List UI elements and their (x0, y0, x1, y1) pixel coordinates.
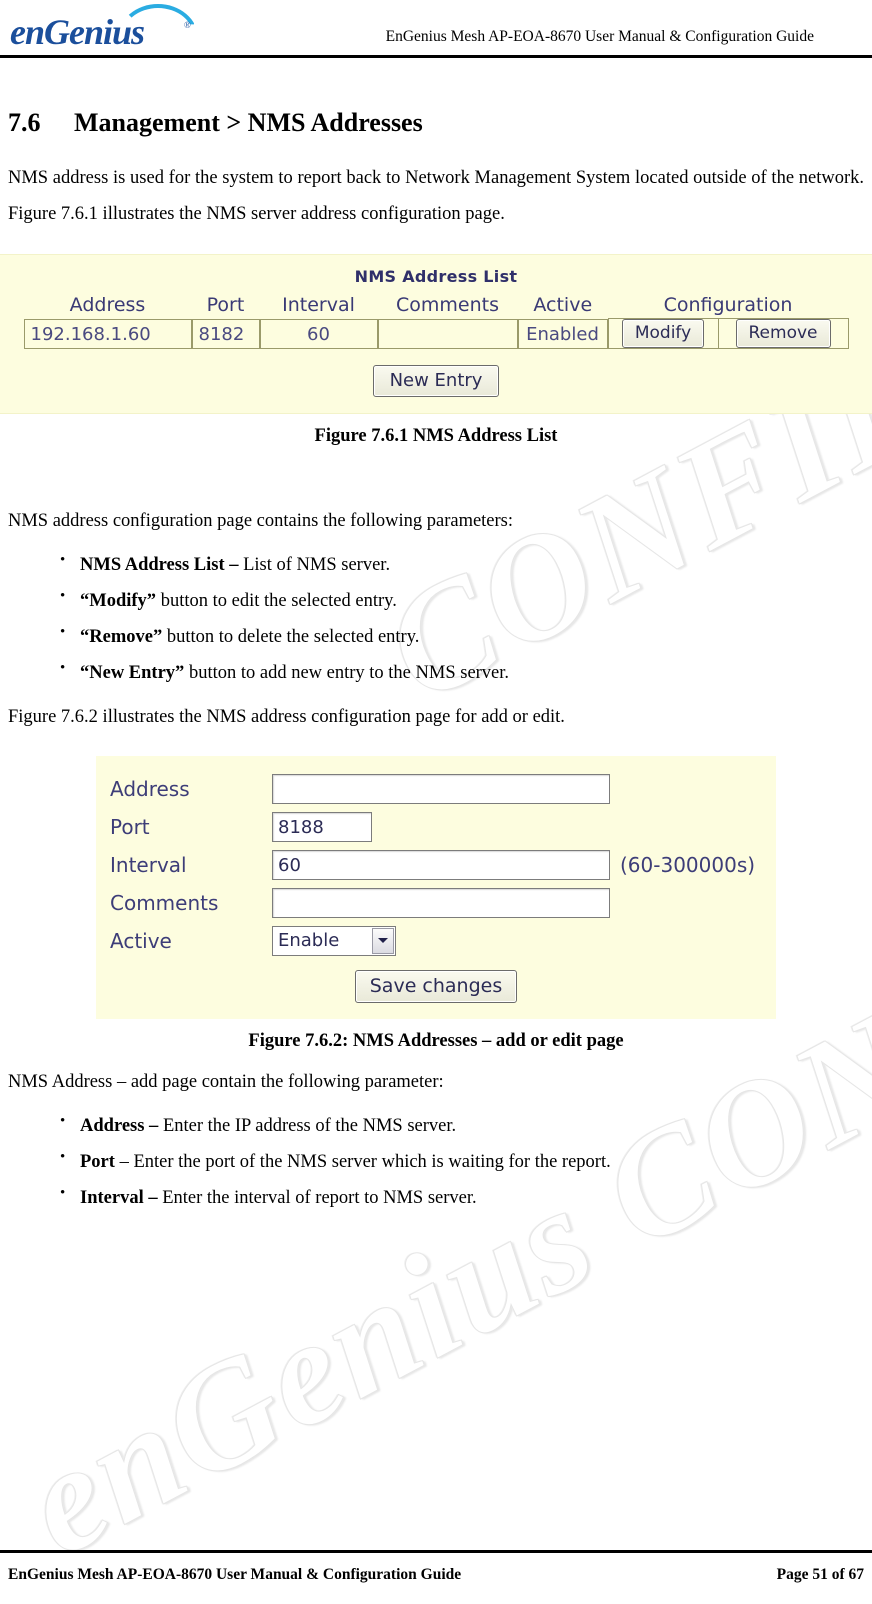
column-header-port: Port (206, 294, 245, 317)
cell-interval: 60 (259, 318, 378, 349)
label-active: Active (110, 928, 172, 953)
list-item: NMS Address List – List of NMS server. (60, 546, 872, 583)
active-select[interactable]: Enable (272, 925, 396, 956)
parameters-list: NMS Address List – List of NMS server. “… (0, 546, 872, 691)
interval-input[interactable]: 60 (272, 849, 610, 880)
list-item: “Remove” button to delete the selected e… (60, 618, 872, 655)
nms-address-table: Address Port Interval Comments Active Co… (23, 294, 849, 350)
figure-nms-address-list: NMS Address List Address Port Interval C… (0, 254, 872, 415)
param-label: “New Entry” (80, 663, 189, 684)
cell-remove: Remove (717, 318, 849, 350)
form-row-address: Address (110, 773, 776, 804)
section-title: Management > NMS Addresses (74, 108, 423, 137)
list-item: Address – Enter the IP address of the NM… (60, 1107, 872, 1144)
label-address: Address (110, 776, 190, 801)
figure-2-intro: Figure 7.6.2 illustrates the NMS address… (8, 707, 565, 728)
label-comments: Comments (110, 890, 219, 915)
footer-page-number: Page 51 of 67 (776, 1566, 864, 1583)
footer-document-title: EnGenius Mesh AP-EOA-8670 User Manual & … (8, 1566, 462, 1583)
cell-active: Enabled (517, 318, 608, 349)
footer-divider (0, 1550, 872, 1553)
section-number: 7.6 (8, 108, 41, 137)
list-item: “New Entry” button to add new entry to t… (60, 654, 872, 691)
section-intro-paragraph: NMS address is used for the system to re… (8, 168, 864, 225)
port-input[interactable]: 8188 (272, 811, 372, 842)
cell-comments (377, 318, 518, 349)
param-desc: – Enter the port of the NMS server which… (119, 1151, 611, 1172)
interval-range-hint: (60-300000s) (620, 852, 756, 877)
modify-button[interactable]: Modify (621, 318, 705, 348)
save-row: Save changes (96, 969, 776, 1003)
param-label: NMS Address List – (80, 555, 244, 576)
param-label: “Modify” (80, 591, 161, 612)
parameters-intro: NMS address configuration page contains … (8, 511, 514, 532)
form-row-interval: Interval 60 (60-300000s) (110, 849, 776, 880)
figure-1-caption: Figure 7.6.1 NMS Address List (314, 426, 558, 447)
column-header-comments: Comments (396, 294, 499, 317)
cell-modify: Modify (607, 318, 719, 350)
new-entry-button[interactable]: New Entry (372, 365, 500, 398)
parameters2-list: Address – Enter the IP address of the NM… (0, 1107, 872, 1216)
param-desc: List of NMS server. (243, 555, 391, 576)
label-interval: Interval (110, 852, 187, 877)
header-title: EnGenius Mesh AP-EOA-8670 User Manual & … (385, 28, 814, 45)
param-label: “Remove” (80, 627, 167, 648)
page-footer: EnGenius Mesh AP-EOA-8670 User Manual & … (0, 1550, 872, 1604)
cell-port: 8182 (191, 318, 260, 349)
column-header-interval: Interval (282, 294, 355, 317)
list-item: Interval – Enter the interval of report … (60, 1179, 872, 1216)
param-desc: button to add new entry to the NMS serve… (188, 663, 510, 684)
form-row-active: Active Enable (110, 925, 776, 956)
param-label: Address – (80, 1115, 163, 1136)
logo-registered-mark: ® (184, 20, 191, 30)
page-header: enGenius ® EnGenius Mesh AP-EOA-8670 Use… (0, 0, 872, 58)
table-header-row: Address Port Interval Comments Active Co… (24, 294, 849, 319)
column-header-active: Active (533, 294, 593, 317)
label-port: Port (110, 814, 150, 839)
param-label: Interval – (80, 1187, 163, 1208)
list-item: “Modify” button to edit the selected ent… (60, 582, 872, 619)
document-body: 7.6 Management > NMS Addresses NMS addres… (0, 58, 872, 1216)
column-header-configuration: Configuration (663, 294, 793, 317)
column-header-address: Address (69, 294, 146, 317)
address-input[interactable] (272, 773, 610, 804)
engenius-logo: enGenius ® (8, 4, 208, 52)
active-select-value: Enable (278, 930, 340, 951)
chevron-down-icon[interactable] (372, 927, 394, 954)
logo-text: enGenius (10, 12, 145, 52)
form-row-port: Port 8188 (110, 811, 776, 842)
nms-address-list-title: NMS Address List (354, 267, 518, 287)
figure-nms-address-add-edit: Address Port 8188 Interval 60 (60-300000… (96, 755, 776, 1019)
parameters2-intro: NMS Address – add page contain the follo… (8, 1071, 444, 1092)
save-changes-button[interactable]: Save changes (354, 969, 518, 1003)
param-desc: button to edit the selected entry. (160, 591, 397, 612)
new-entry-row: New Entry (0, 365, 872, 398)
list-item: Port – Enter the port of the NMS server … (60, 1143, 872, 1180)
param-desc: button to delete the selected entry. (166, 627, 420, 648)
section-heading: 7.6 Management > NMS Addresses (8, 108, 872, 138)
remove-button[interactable]: Remove (735, 318, 831, 348)
param-desc: Enter the interval of report to NMS serv… (162, 1187, 477, 1208)
comments-input[interactable] (272, 887, 610, 918)
table-row: 192.168.1.60 8182 60 Enabled Modify Remo… (23, 318, 849, 350)
param-desc: Enter the IP address of the NMS server. (162, 1115, 457, 1136)
form-row-comments: Comments (110, 887, 776, 918)
param-label: Port (80, 1151, 120, 1172)
cell-address: 192.168.1.60 (23, 318, 192, 349)
figure-2-caption: Figure 7.6.2: NMS Addresses – add or edi… (248, 1030, 624, 1051)
